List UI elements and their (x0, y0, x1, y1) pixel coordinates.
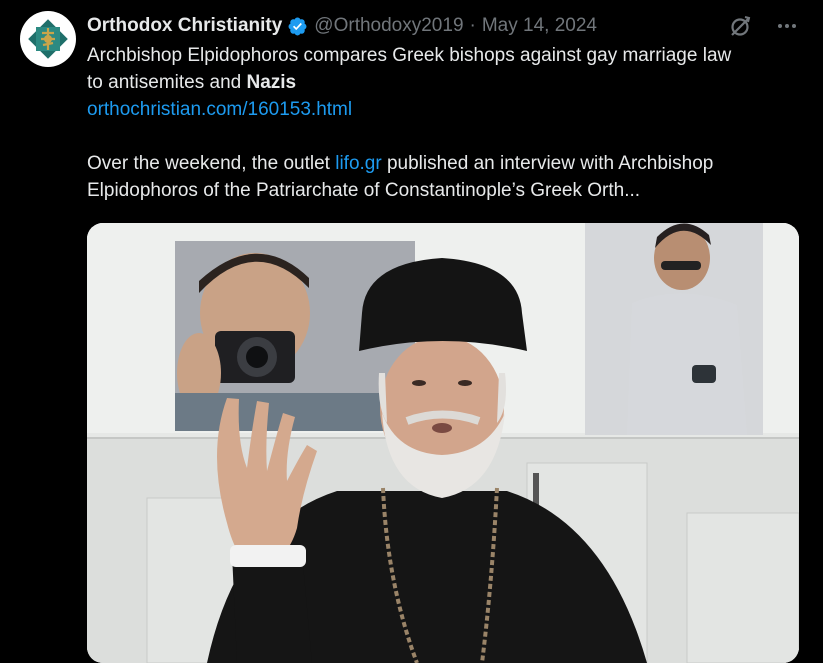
header-actions (728, 12, 798, 40)
tweet-header: Orthodox Christianity @Orthodoxy2019 · M… (87, 12, 597, 40)
tweet-text-segment: published an interview with Archbishop (381, 153, 714, 174)
tweet-text-line: Elpidophoros of the Patriarchate of Cons… (87, 180, 641, 201)
orthodox-logo-icon (28, 19, 68, 59)
verified-badge-icon[interactable] (287, 16, 308, 37)
tweet-text-line: to antisemites and Nazis (87, 69, 807, 96)
tweet-text-segment: Over the weekend, the outlet (87, 153, 336, 174)
tweet-media-image[interactable] (87, 223, 799, 663)
tweet-text: Archbishop Elpidophoros compares Greek b… (87, 42, 807, 204)
display-name[interactable]: Orthodox Christianity (87, 15, 282, 37)
tweet-text-segment: to antisemites and (87, 72, 247, 93)
grok-icon[interactable] (728, 13, 754, 39)
tweet-text-line: Over the weekend, the outlet lifo.gr pub… (87, 150, 807, 177)
avatar[interactable] (20, 11, 76, 67)
more-icon[interactable] (776, 15, 798, 37)
tweet-bold-word: Nazis (246, 72, 297, 93)
archbishop-photo (87, 223, 799, 663)
author-handle[interactable]: @Orthodoxy2019 (314, 15, 463, 37)
tweet-card[interactable]: Orthodox Christianity @Orthodoxy2019 · M… (0, 0, 823, 663)
tweet-date[interactable]: May 14, 2024 (482, 15, 597, 37)
header-separator: · (469, 15, 476, 36)
lifo-link[interactable]: lifo.gr (335, 153, 381, 174)
article-link[interactable]: orthochristian.com/160153.html (87, 96, 807, 123)
tweet-text-line: Archbishop Elpidophoros compares Greek b… (87, 45, 732, 66)
